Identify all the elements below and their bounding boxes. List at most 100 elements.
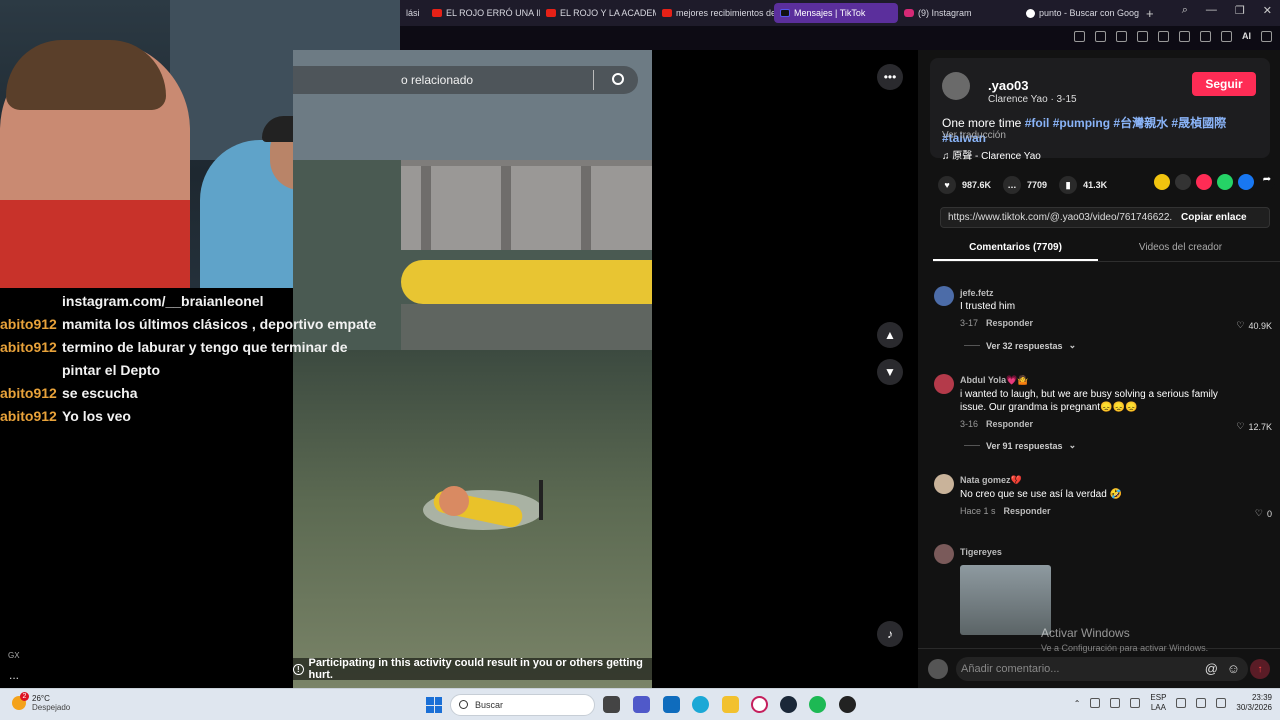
close-icon[interactable]: ✕	[1263, 4, 1272, 17]
lang-top: ESP	[1150, 693, 1167, 702]
copy-link-button[interactable]: Copiar enlace	[1173, 212, 1247, 223]
start-button[interactable]	[426, 697, 442, 713]
speaker-icon[interactable]	[1196, 698, 1207, 708]
facebook-icon[interactable]	[1238, 174, 1254, 190]
comment-image[interactable]	[960, 565, 1051, 635]
related-search-bar[interactable]: o relacionado	[293, 66, 638, 94]
onedrive-icon[interactable]	[1090, 698, 1101, 708]
comment-input[interactable]: Añadir comentario... @ ☺	[956, 657, 1248, 681]
screen: lási EL ROJO ERRÓ UNA INC EL ROJO Y LA A…	[0, 0, 1280, 720]
more-options-icon[interactable]: •••	[877, 64, 903, 90]
embed-icon[interactable]	[1175, 174, 1191, 190]
comment-username[interactable]: Abdul Yola💗🤷	[960, 375, 1029, 386]
heart-icon[interactable]	[1179, 31, 1190, 42]
comment-action[interactable]: … 7709	[1003, 176, 1047, 194]
tab-2[interactable]: EL ROJO Y LA ACADEMI	[540, 3, 656, 23]
view-replies-button[interactable]: Ver 32 respuestas ⌄	[964, 340, 1076, 351]
like-action[interactable]: ♥ 987.6K	[938, 176, 991, 194]
video-url[interactable]: https://www.tiktok.com/@.yao03/video/761…	[941, 212, 1173, 223]
weather-widget[interactable]: 2 26°C Despejado	[12, 692, 70, 712]
video-bridge-railing	[401, 160, 652, 250]
tab-creator-videos[interactable]: Videos del creador	[1098, 238, 1263, 261]
opera-gx-icon[interactable]	[751, 696, 768, 713]
maximize-icon[interactable]: ❐	[1235, 4, 1245, 17]
chevron-up-icon[interactable]: ⌃	[1074, 699, 1081, 708]
microphone-icon[interactable]	[1130, 698, 1141, 708]
tab-title: lási	[406, 8, 420, 18]
tab-1[interactable]: EL ROJO ERRÓ UNA INC	[426, 3, 540, 23]
edge-icon[interactable]	[692, 696, 709, 713]
battery-icon[interactable]	[1216, 698, 1227, 708]
clock[interactable]: 23:39 30/3/2026	[1236, 693, 1272, 713]
tab-5[interactable]: (9) Instagram	[898, 3, 1020, 23]
menu-icon[interactable]	[1261, 31, 1272, 42]
emoji-icon[interactable]: ☺	[1227, 657, 1240, 681]
reply-button[interactable]: Responder	[1004, 506, 1051, 516]
share-arrow-icon[interactable]: ➦	[1259, 174, 1275, 190]
wallet-icon[interactable]	[1200, 31, 1211, 42]
ai-button[interactable]: AI	[1242, 31, 1251, 42]
comment-avatar[interactable]	[934, 286, 954, 306]
download-icon[interactable]	[1221, 31, 1232, 42]
tab-comments[interactable]: Comentarios (7709)	[933, 238, 1098, 261]
translate-icon[interactable]	[1137, 31, 1148, 42]
youtube-icon	[432, 9, 442, 17]
share-friends-icon[interactable]	[1154, 174, 1170, 190]
language-indicator[interactable]: ESP LAA	[1150, 693, 1166, 713]
comment-like[interactable]: ♡ 0	[1255, 508, 1272, 519]
teams-icon[interactable]	[633, 696, 650, 713]
outlook-icon[interactable]	[663, 696, 680, 713]
mention-icon[interactable]: @	[1205, 657, 1218, 681]
steam-icon[interactable]	[780, 696, 797, 713]
hashtag[interactable]: #foil	[1025, 116, 1050, 130]
tab-6[interactable]: punto - Buscar con Goog	[1020, 3, 1140, 23]
comment-like[interactable]: ♡ 12.7K	[1236, 421, 1272, 432]
comment-avatar[interactable]	[934, 474, 954, 494]
comment-avatar[interactable]	[934, 544, 954, 564]
volume-icon[interactable]: ♪	[877, 621, 903, 647]
reply-button[interactable]: Responder	[986, 419, 1033, 429]
follow-button[interactable]: Seguir	[1192, 72, 1256, 96]
play-icon[interactable]	[1158, 31, 1169, 42]
music-info[interactable]: ♫ 原聲 - Clarence Yao	[942, 147, 1041, 162]
wifi-icon[interactable]	[1176, 698, 1187, 708]
tab-4[interactable]: Mensajes | TikTok	[774, 3, 898, 23]
send-icon[interactable]	[1196, 174, 1212, 190]
comment-username[interactable]: Nata gomez💔	[960, 475, 1022, 486]
tab-3[interactable]: mejores recibimientos de	[656, 3, 774, 23]
gx-label[interactable]: GX	[8, 651, 20, 660]
chevron-down-icon[interactable]: ▼	[877, 359, 903, 385]
app-icon[interactable]	[839, 696, 856, 713]
author-avatar[interactable]	[942, 72, 970, 100]
view-replies-button[interactable]: Ver 91 respuestas ⌄	[964, 440, 1076, 451]
extensions-icon[interactable]	[1116, 31, 1127, 42]
author-username[interactable]: .yao03	[988, 78, 1028, 93]
taskbar-search[interactable]: Buscar	[450, 694, 595, 716]
whatsapp-icon[interactable]	[1217, 174, 1233, 190]
task-view-icon[interactable]	[603, 696, 620, 713]
minimize-icon[interactable]: —	[1206, 4, 1217, 17]
network-icon[interactable]	[1110, 698, 1121, 708]
hashtag[interactable]: #台灣親水	[1113, 116, 1168, 130]
chevron-up-icon[interactable]: ▲	[877, 322, 903, 348]
hashtag[interactable]: #pumping	[1053, 116, 1110, 130]
reply-button[interactable]: Responder	[986, 318, 1033, 328]
screenshot-icon[interactable]	[1095, 31, 1106, 42]
search-icon[interactable]	[612, 73, 624, 85]
comment-like[interactable]: ♡ 40.9K	[1236, 320, 1272, 331]
comment-username[interactable]: Tigereyes	[960, 547, 1002, 557]
file-explorer-icon[interactable]	[722, 696, 739, 713]
new-tab-button[interactable]: +	[1140, 6, 1160, 21]
search-tabs-icon[interactable]: ⌕	[1182, 4, 1188, 17]
spotify-icon[interactable]	[809, 696, 826, 713]
tab-title: mejores recibimientos de	[676, 8, 774, 18]
send-comment-icon[interactable]: ↑	[1250, 659, 1270, 679]
more-icon[interactable]: ...	[9, 668, 19, 682]
hashtag[interactable]: #晟楨國際	[1171, 116, 1226, 130]
tab-0[interactable]: lási	[400, 3, 426, 23]
pin-icon[interactable]	[1074, 31, 1085, 42]
comment-avatar[interactable]	[934, 374, 954, 394]
save-action[interactable]: ▮ 41.3K	[1059, 176, 1107, 194]
comment-username[interactable]: jefe.fetz	[960, 288, 994, 298]
see-translation-link[interactable]: Ver traducción	[942, 130, 1006, 141]
